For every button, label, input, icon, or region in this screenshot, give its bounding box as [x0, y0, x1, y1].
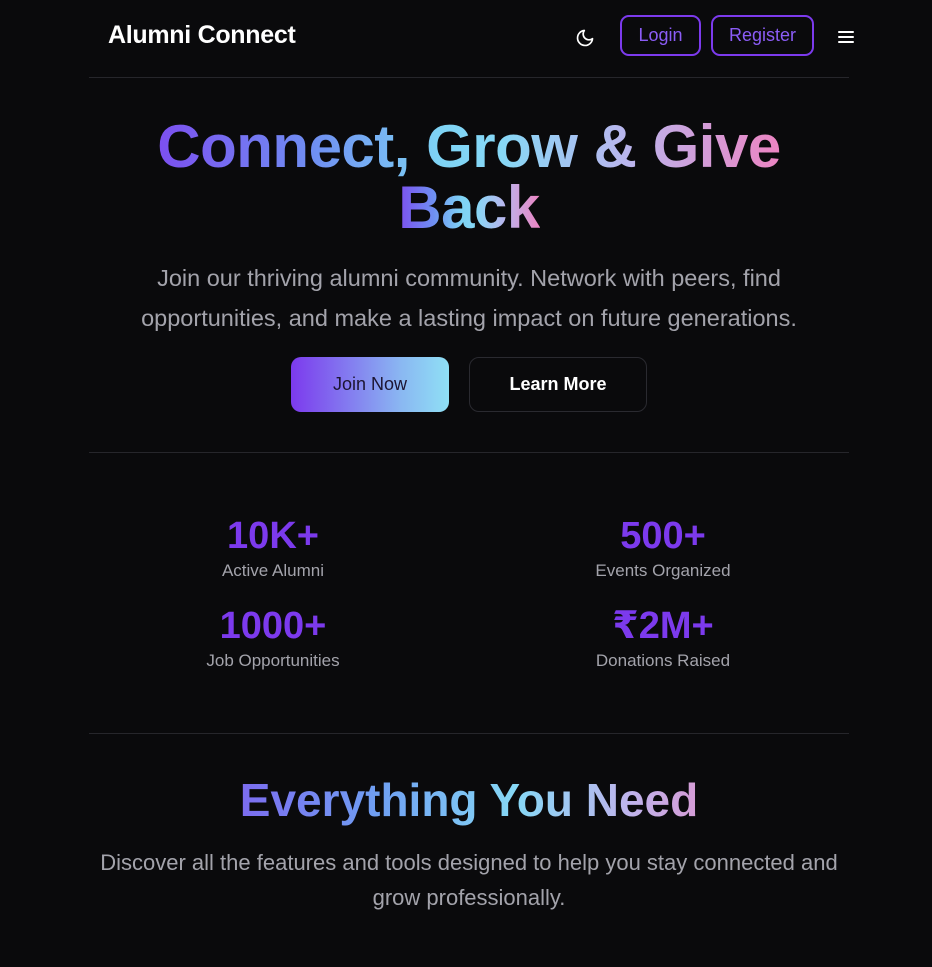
features-title: Everything You Need	[89, 774, 849, 826]
landing-page: Alumni Connect Login Register Connect, G…	[0, 0, 932, 967]
hamburger-menu-icon	[837, 30, 855, 44]
stat-label: Job Opportunities	[206, 651, 340, 670]
stat-events-organized: 500+ Events Organized	[513, 516, 813, 581]
stat-value: ₹2M+	[612, 605, 714, 647]
stat-value: 10K+	[227, 515, 319, 557]
hero-title-line-2: Back	[398, 174, 540, 241]
stat-donations-raised: ₹2M+ Donations Raised	[513, 606, 813, 671]
stat-label: Active Alumni	[221, 561, 325, 580]
stat-label: Donations Raised	[595, 651, 731, 670]
login-button[interactable]: Login	[620, 15, 701, 56]
stat-value: 1000+	[219, 605, 327, 647]
moon-icon	[575, 28, 595, 48]
features-title-text: Everything You Need	[239, 774, 699, 826]
join-now-button[interactable]: Join Now	[291, 357, 449, 412]
section-divider	[89, 452, 849, 453]
hero-title-line-1: Connect, Grow & Give	[157, 113, 781, 180]
hero-title: Connect, Grow & Give Back	[89, 116, 849, 238]
hero-subtitle: Join our thriving alumni community. Netw…	[141, 265, 797, 331]
section-divider	[89, 733, 849, 734]
register-button[interactable]: Register	[711, 15, 814, 56]
menu-button[interactable]	[834, 25, 858, 49]
stat-label: Events Organized	[595, 561, 731, 580]
top-navbar: Alumni Connect Login Register	[89, 0, 854, 78]
stat-job-opportunities: 1000+ Job Opportunities	[123, 606, 423, 671]
theme-toggle-button[interactable]	[571, 24, 599, 52]
brand-logo-text[interactable]: Alumni Connect	[108, 21, 296, 50]
stat-value: 500+	[620, 515, 706, 557]
features-subtitle: Discover all the features and tools desi…	[100, 850, 838, 910]
learn-more-button[interactable]: Learn More	[469, 357, 647, 412]
stat-active-alumni: 10K+ Active Alumni	[123, 516, 423, 581]
